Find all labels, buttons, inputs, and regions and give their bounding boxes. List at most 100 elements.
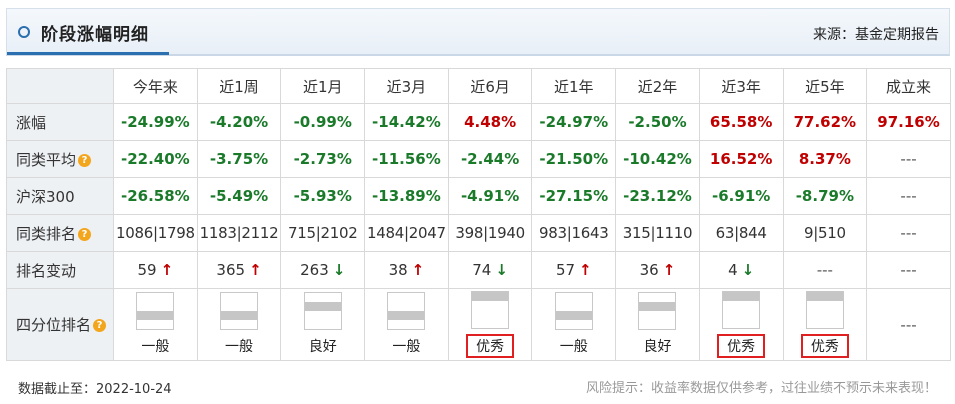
col-header: 近1周 [196, 68, 282, 104]
table-cell: 38 ↑ [364, 251, 449, 289]
quartile-bar-icon [220, 292, 259, 330]
table-cell: 优秀 [698, 288, 784, 361]
table-cell: -2.50% [615, 103, 700, 141]
table-cell: 77.62% [782, 103, 868, 141]
table-cell: 59 ↑ [113, 251, 198, 289]
table-header-row: 今年来 近1周 近1月 近3月 近6月 近1年 近2年 近3年 近5年 成立来 [6, 68, 951, 104]
table-cell: --- [866, 214, 951, 252]
table-cell: -23.12% [615, 177, 700, 215]
arrow-up-icon: ↑ [662, 261, 676, 279]
rank-change-value: 365 [216, 261, 246, 279]
table-cell: 1183|2112 [196, 214, 282, 252]
quartile-label: 一般 [141, 339, 170, 355]
table-cell: -11.56% [364, 140, 449, 178]
question-mark-icon[interactable]: ? [93, 319, 107, 332]
table-cell: --- [866, 177, 951, 215]
table-cell: -24.99% [113, 103, 198, 141]
quartile-label: 优秀 [717, 334, 766, 358]
table-cell: 365 ↑ [196, 251, 282, 289]
rank-change-value: 74 [472, 261, 492, 279]
row-label: 四分位排名? [6, 288, 114, 361]
table-cell: 57 ↑ [531, 251, 617, 289]
row-label: 涨幅 [6, 103, 114, 141]
rank-change-value: 36 [639, 261, 659, 279]
row-peer-avg: 同类平均? -22.40% -3.75% -2.73% -11.56% -2.44% -2… [6, 140, 951, 178]
table-cell: -8.79% [782, 177, 868, 215]
table-cell: 8.37% [782, 140, 868, 178]
arrow-down-icon: ↓ [741, 261, 755, 279]
table-cell: 良好 [615, 288, 700, 361]
title-tab: 阶段涨幅明细 [7, 9, 169, 55]
question-mark-icon[interactable]: ? [78, 227, 92, 241]
row-rank-change: 排名变动 59 ↑ 365 ↑ 263 ↓ 38 ↑ 74 ↓ 57 ↑ 36 ↑ 4 ↓ --- --- [6, 251, 951, 289]
table-cell: -0.99% [280, 103, 366, 141]
arrow-up-icon: ↑ [579, 261, 592, 279]
table-cell: 65.58% [698, 103, 784, 141]
col-header: 成立来 [866, 68, 951, 104]
quartile-label: 一般 [392, 339, 421, 355]
row-label-text: 四分位排名 [16, 316, 92, 334]
table-cell: --- [866, 288, 951, 361]
rank-change-value: --- [900, 261, 917, 279]
quartile-label: 优秀 [466, 334, 515, 358]
table-cell: 1086|1798 [113, 214, 198, 252]
table-cell: -22.40% [113, 140, 198, 178]
table-cell: 263 ↓ [280, 251, 366, 289]
table-cell: -5.93% [280, 177, 366, 215]
rank-change-value: --- [816, 261, 833, 279]
table-cell: 4 ↓ [698, 251, 784, 289]
table-cell: 315|1110 [615, 214, 700, 252]
row-label: 沪深300 [6, 177, 114, 215]
row-label: 同类排名? [6, 214, 114, 252]
table-cell: 715|2102 [280, 214, 366, 252]
quartile-bar-icon [638, 292, 677, 330]
table-cell: -26.58% [113, 177, 198, 215]
table-cell: 良好 [280, 288, 366, 361]
table-cell: 983|1643 [531, 214, 617, 252]
quartile-bar-icon [303, 292, 342, 330]
col-header: 近1月 [280, 68, 366, 104]
rank-change-value: 57 [555, 261, 576, 279]
table-cell: --- [782, 251, 868, 289]
quartile-bar-icon [805, 291, 844, 329]
arrow-up-icon: ↑ [249, 261, 262, 279]
table-cell: -5.49% [196, 177, 282, 215]
ring-icon [18, 26, 30, 38]
row-label-text: 同类排名 [16, 224, 77, 243]
table-corner [6, 68, 114, 104]
col-header: 近5年 [782, 68, 868, 104]
rank-change-value: 38 [388, 261, 408, 279]
table-cell: 一般 [113, 288, 198, 361]
quartile-bar-icon [722, 291, 761, 329]
col-header: 近3月 [364, 68, 449, 104]
table-cell: 97.16% [866, 103, 951, 141]
quartile-bar-icon [136, 292, 175, 330]
table-cell: -2.73% [280, 140, 366, 178]
row-peer-rank: 同类排名? 1086|1798 1183|2112 715|2102 1484|204… [6, 214, 951, 252]
row-label: 排名变动 [6, 251, 114, 289]
col-header: 近6月 [447, 68, 533, 104]
table-cell: -4.20% [196, 103, 282, 141]
col-header: 近3年 [698, 68, 784, 104]
col-header: 今年来 [113, 68, 198, 104]
arrow-up-icon: ↑ [411, 261, 425, 279]
quartile-label: 优秀 [800, 334, 849, 358]
table-cell: 一般 [364, 288, 449, 361]
section-header: 阶段涨幅明细 来源：基金定期报告 [6, 8, 950, 56]
quartile-bar-icon [387, 292, 426, 330]
table-cell: 一般 [196, 288, 282, 361]
risk-notice: 风险提示：收益率数据仅供参考，过往业绩不预示未来表现！ [585, 381, 937, 396]
table-cell: -6.91% [698, 177, 784, 215]
table-cell: 16.52% [698, 140, 784, 178]
question-mark-icon[interactable]: ? [78, 153, 92, 167]
col-header: 近1年 [531, 68, 617, 104]
table-cell: 一般 [531, 288, 617, 361]
table-cell: -3.75% [196, 140, 282, 178]
arrow-up-icon: ↑ [160, 261, 174, 279]
table-cell: 9|510 [782, 214, 868, 252]
table-cell: 优秀 [782, 288, 868, 361]
table-cell: --- [866, 251, 951, 289]
table-cell: 优秀 [447, 288, 533, 361]
table-cell: -10.42% [615, 140, 700, 178]
rank-change-value: 4 [728, 261, 738, 279]
